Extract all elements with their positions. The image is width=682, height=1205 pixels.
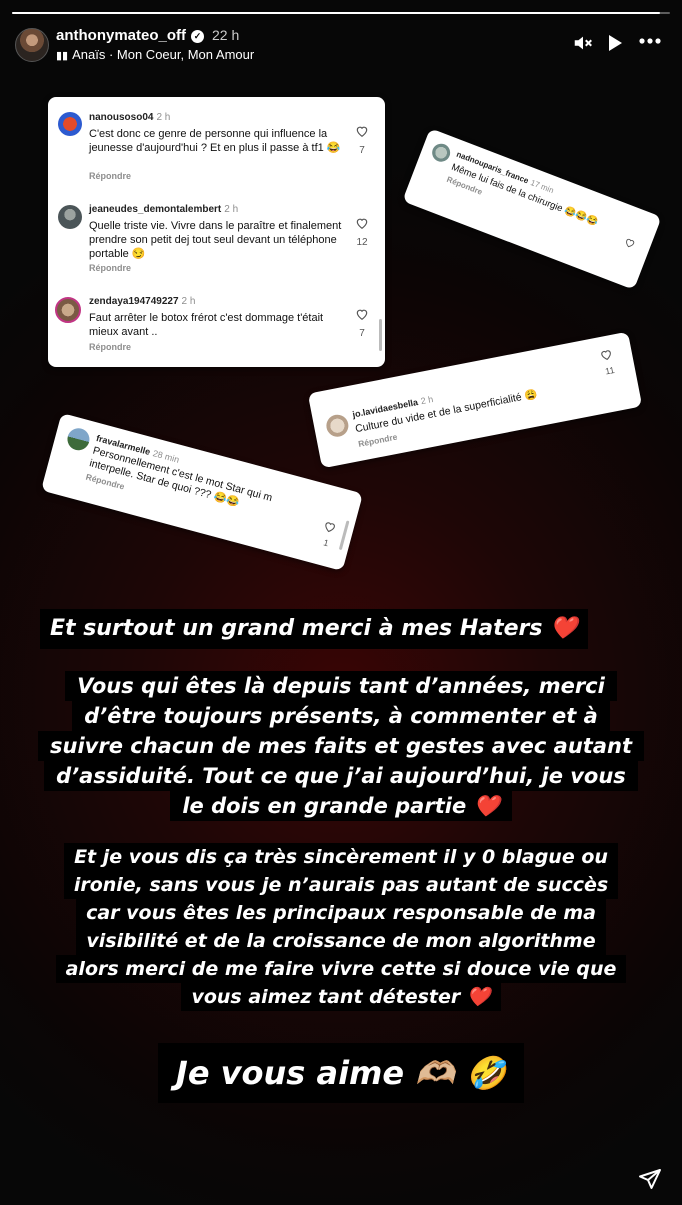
comment-text: Faut arrêter le botox frérot c'est domma…: [89, 312, 324, 338]
message-line: Vous qui êtes là depuis tant d’années, m…: [65, 671, 617, 701]
message-line: visibilité et de la croissance de mon al…: [76, 927, 606, 955]
comment-username: zendaya194749227: [89, 296, 179, 307]
closing-text: Je vous aime 🫶🏼 🤣: [157, 1043, 525, 1103]
like-count: 7: [359, 145, 365, 156]
comment-username: jeaneudes_demontalembert: [89, 204, 222, 215]
play-icon[interactable]: [605, 32, 625, 54]
story-progress-fill: [12, 12, 661, 14]
story-progress-bar: [12, 12, 670, 14]
message-line: car vous êtes les principaux responsable…: [76, 899, 606, 927]
heart-outline-icon: [626, 238, 635, 248]
story-viewer[interactable]: anthonymateo_off ✓ 22 h ▮▮ Anaïs · Mon Coeu…: [0, 0, 682, 1205]
comment-text: Quelle triste vie. Vivre dans le paraîtr…: [89, 220, 342, 260]
heart-outline-icon: [325, 522, 335, 533]
username[interactable]: anthonymateo_off: [56, 27, 186, 44]
reply-button: Répondre: [89, 171, 132, 181]
heart-outline-icon: [356, 218, 368, 229]
like-count: 1: [322, 537, 330, 549]
more-icon[interactable]: [638, 36, 662, 46]
heart-outline-icon: [356, 309, 368, 320]
message-line: Et je vous dis ça très sincèrement il y …: [64, 843, 618, 871]
speaker-muted-icon[interactable]: [572, 32, 594, 54]
comment-text: Même lui fais de la chirurgie 😂😂😂: [449, 161, 600, 229]
like-count: 12: [356, 237, 368, 248]
heart-outline-icon: [601, 350, 611, 361]
comment-screenshot-card: fravalarmelle28 min Personnellement c'es…: [40, 412, 364, 572]
message-line: d’être toujours présents, à commenter et…: [72, 701, 610, 731]
avatar[interactable]: [15, 28, 49, 62]
comment-username-row: nanousoso04 2 h: [89, 112, 170, 123]
heart-outline-icon: [356, 126, 368, 137]
message-paragraph: Et je vous dis ça très sincèrement il y …: [0, 843, 682, 1011]
comment-username-row: zendaya194749227 2 h: [89, 296, 195, 307]
message-paragraph: Vous qui êtes là depuis tant d’années, m…: [0, 671, 682, 821]
scrollbar: [338, 520, 350, 551]
message-line: vous aimez tant détester ❤️: [181, 983, 501, 1011]
reply-button: Répondre: [89, 263, 132, 273]
comment-time: 2 h: [181, 296, 196, 307]
message-line: le dois en grande partie ❤️: [170, 791, 512, 821]
comment-username-row: jeaneudes_demontalembert 2 h: [89, 204, 238, 215]
send-icon[interactable]: [638, 1167, 662, 1191]
music-label[interactable]: ▮▮ Anaïs · Mon Coeur, Mon Amour: [56, 47, 254, 62]
reply-button: Répondre: [89, 342, 132, 352]
comment-username: nanousoso04: [89, 112, 154, 123]
comment-screenshot-card: nanousoso04 2 h C'est donc ce genre de pe…: [48, 97, 385, 367]
avatar: [58, 112, 82, 136]
message-line: d’assiduité. Tout ce que j’ai aujourd’hu…: [44, 761, 638, 791]
message-line: suivre chacun de mes faits et gestes ave…: [38, 731, 644, 761]
comment-time: 2 h: [156, 112, 171, 123]
avatar: [58, 205, 82, 229]
avatar: [64, 425, 92, 453]
comment-time: 2 h: [419, 394, 435, 407]
post-time: 22 h: [212, 27, 240, 43]
username-row[interactable]: anthonymateo_off ✓ 22 h: [56, 27, 239, 44]
message-line: ironie, sans vous je n’aurais pas autant…: [63, 871, 619, 899]
comment-time: 2 h: [224, 204, 239, 215]
comment-text: C'est donc ce genre de personne qui infl…: [89, 128, 341, 154]
comment-screenshot-card: nadnouparis_france17 min Même lui fais d…: [402, 128, 662, 290]
like-count: 11: [604, 364, 616, 377]
message-line: alors merci de me faire vivre cette si d…: [55, 955, 627, 983]
like-count: 7: [359, 328, 365, 339]
avatar: [429, 141, 453, 165]
music-title[interactable]: Anaïs · Mon Coeur, Mon Amour: [72, 47, 254, 62]
avatar: [55, 297, 81, 323]
headline-thanks: Et surtout un grand merci à mes Haters ❤…: [40, 609, 588, 649]
music-note-icon: ▮▮: [56, 50, 69, 62]
verified-badge-icon: ✓: [191, 30, 205, 43]
avatar: [324, 412, 351, 439]
closing-message: Je vous aime 🫶🏼 🤣: [0, 1043, 682, 1103]
scrollbar: [379, 319, 382, 351]
